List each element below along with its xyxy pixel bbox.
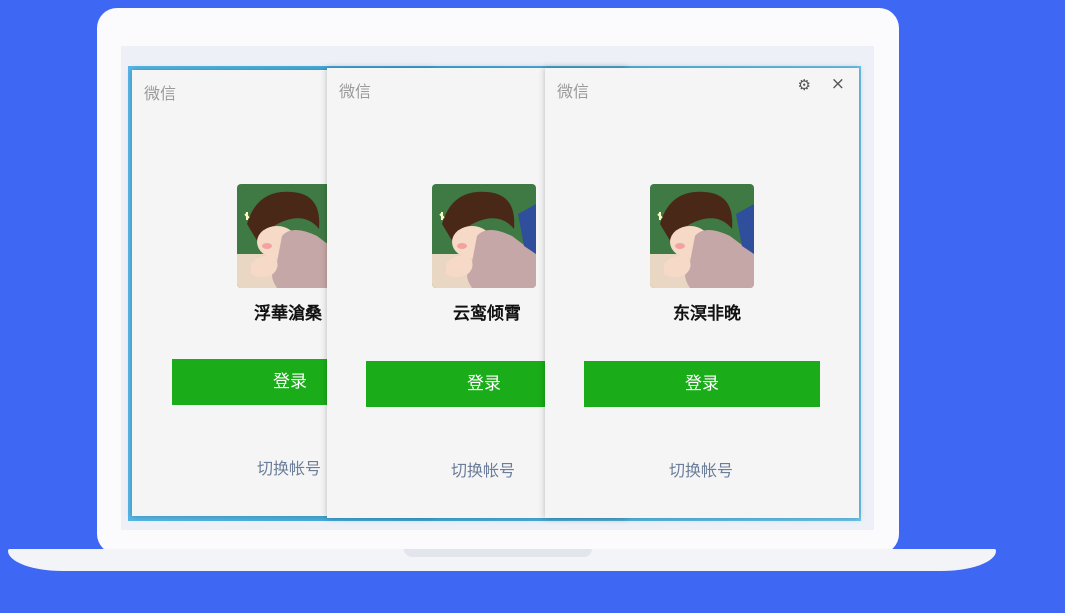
switch-account-link[interactable]: 切换帐号 [451, 457, 515, 481]
gear-icon[interactable]: ⚙ [798, 76, 811, 94]
cartoon-avatar-icon [432, 184, 536, 288]
account-nickname: 浮華滄桑 [254, 304, 322, 324]
window-title: 微信 [339, 82, 372, 101]
laptop-notch [404, 549, 592, 557]
switch-account-link[interactable]: 切换帐号 [257, 455, 321, 479]
account-nickname: 云鸾倾霄 [453, 304, 521, 324]
login-button[interactable]: 登录 [584, 361, 820, 407]
cartoon-avatar-icon [237, 184, 341, 288]
cartoon-avatar-icon [650, 184, 754, 288]
switch-account-link[interactable]: 切换帐号 [669, 457, 733, 481]
wechat-login-window-3: 微信 ⚙ × 东溟非晚 登录 切换帐号 [545, 68, 859, 518]
close-icon[interactable]: × [831, 74, 845, 94]
account-nickname: 东溟非晚 [673, 304, 741, 324]
window-title: 微信 [557, 82, 590, 101]
window-title: 微信 [144, 84, 177, 103]
